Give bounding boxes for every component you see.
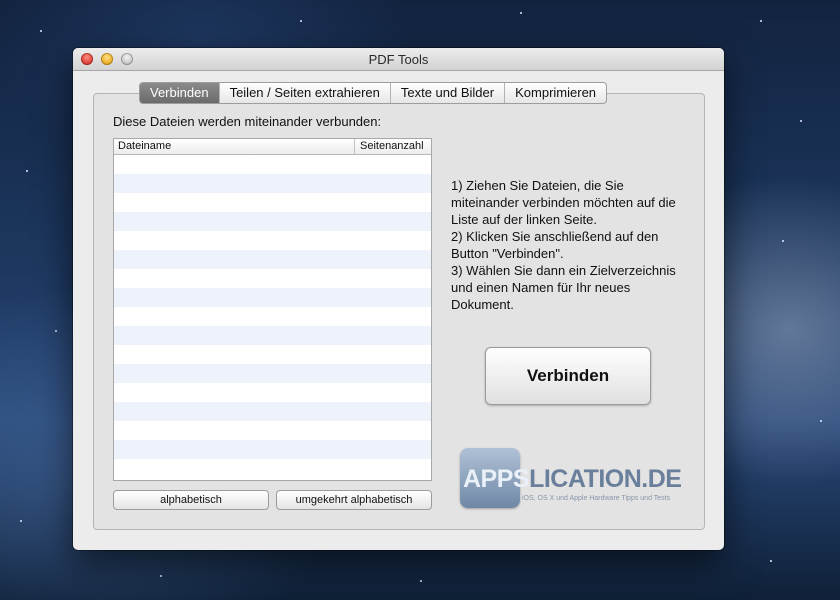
instruction-step-3: 3) Wählen Sie dann ein Zielverzeichnis u… (451, 263, 676, 312)
table-row (114, 421, 431, 440)
instructions-text: 1) Ziehen Sie Dateien, die Sie miteinand… (451, 177, 691, 313)
table-row (114, 212, 431, 231)
tab-verbinden[interactable]: Verbinden (140, 83, 220, 103)
table-row (114, 345, 431, 364)
table-row (114, 364, 431, 383)
sort-reverse-button[interactable]: umgekehrt alphabetisch (276, 490, 432, 510)
table-row (114, 250, 431, 269)
tab-texte-bilder[interactable]: Texte und Bilder (391, 83, 506, 103)
table-header: Dateiname Seitenanzahl (114, 139, 431, 155)
tab-komprimieren[interactable]: Komprimieren (505, 83, 606, 103)
column-header-filename[interactable]: Dateiname (118, 140, 171, 152)
table-body[interactable] (114, 155, 431, 478)
tab-bar: Verbinden Teilen / Seiten extrahieren Te… (139, 82, 608, 104)
window-title: PDF Tools (368, 52, 429, 67)
logo-wordmark: APPSLICATION.DE (463, 465, 682, 493)
table-row (114, 174, 431, 193)
table-row (114, 459, 431, 478)
file-list-table[interactable]: Dateiname Seitenanzahl (113, 138, 432, 481)
file-list-heading: Diese Dateien werden miteinander verbund… (113, 114, 382, 129)
table-row (114, 402, 431, 421)
logo-tagline: iOS, OS X und Apple Hardware Tipps und T… (522, 495, 671, 502)
instruction-step-2: 2) Klicken Sie anschließend auf den Butt… (451, 229, 659, 261)
instruction-step-1: 1) Ziehen Sie Dateien, die Sie miteinand… (451, 178, 676, 227)
table-row (114, 307, 431, 326)
table-row (114, 326, 431, 345)
title-bar[interactable]: PDF Tools (73, 48, 724, 71)
column-header-pagecount[interactable]: Seitenanzahl (354, 139, 424, 154)
table-row (114, 383, 431, 402)
table-row (114, 193, 431, 212)
app-window: PDF Tools Verbinden Teilen / Seiten extr… (73, 48, 724, 550)
table-row (114, 269, 431, 288)
tab-teilen[interactable]: Teilen / Seiten extrahieren (220, 83, 391, 103)
merge-button[interactable]: Verbinden (485, 347, 651, 405)
table-row (114, 288, 431, 307)
appslication-watermark-logo: APPSLICATION.DE iOS, OS X und Apple Hard… (460, 448, 682, 512)
table-row (114, 155, 431, 174)
table-row (114, 231, 431, 250)
table-row (114, 440, 431, 459)
sort-alphabetic-button[interactable]: alphabetisch (113, 490, 269, 510)
